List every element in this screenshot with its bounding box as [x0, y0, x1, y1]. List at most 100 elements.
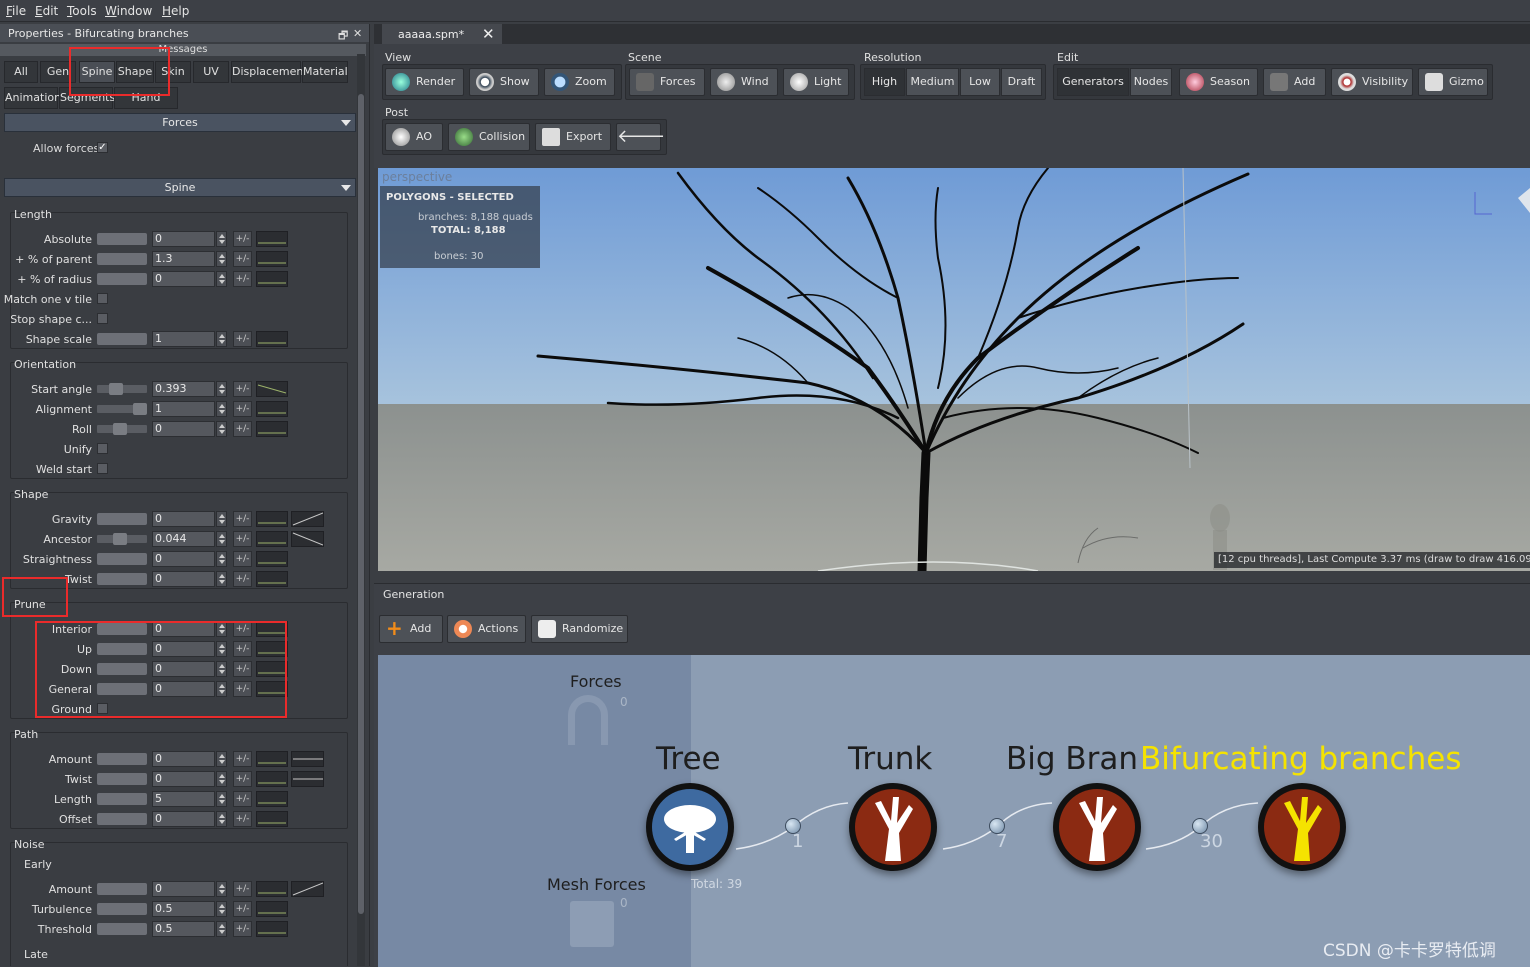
- property-slider[interactable]: [97, 403, 147, 415]
- menu-tools[interactable]: Tools: [67, 4, 97, 18]
- tab-gen[interactable]: Gen: [40, 61, 76, 83]
- season-button[interactable]: Season: [1179, 68, 1258, 96]
- wind-button[interactable]: Wind: [710, 68, 778, 96]
- add-button[interactable]: Add: [1263, 68, 1326, 96]
- curve-editor[interactable]: [256, 531, 288, 547]
- random-range-button[interactable]: +/-: [233, 811, 252, 827]
- nodes-toggle[interactable]: Nodes: [1130, 68, 1172, 96]
- curve-editor[interactable]: [256, 551, 288, 567]
- property-slider[interactable]: [97, 253, 147, 265]
- curve-editor[interactable]: [256, 921, 288, 937]
- tree-node[interactable]: [646, 783, 734, 871]
- curve-editor[interactable]: [256, 331, 288, 347]
- property-value-field[interactable]: 0: [152, 771, 215, 787]
- spin-arrows-icon[interactable]: [216, 811, 227, 827]
- spin-arrows-icon[interactable]: [216, 551, 227, 567]
- property-slider[interactable]: [97, 623, 147, 635]
- slider-knob[interactable]: [97, 643, 147, 655]
- slider-knob[interactable]: [97, 573, 147, 585]
- property-value-field[interactable]: 0.044: [152, 531, 215, 547]
- light-button[interactable]: Light: [783, 68, 849, 96]
- curve-editor[interactable]: [256, 231, 288, 247]
- menu-help[interactable]: Help: [162, 4, 189, 18]
- slider-knob[interactable]: [97, 513, 147, 525]
- menu-window[interactable]: Window: [105, 4, 152, 18]
- resolution-low-button[interactable]: Low: [960, 68, 1000, 96]
- menu-file[interactable]: File: [6, 4, 26, 18]
- random-range-button[interactable]: +/-: [233, 511, 252, 527]
- slider-knob[interactable]: [97, 793, 147, 805]
- property-value-field[interactable]: 0: [152, 231, 215, 247]
- property-value-field[interactable]: 0: [152, 751, 215, 767]
- property-value-field[interactable]: 0.393: [152, 381, 215, 397]
- menu-edit[interactable]: Edit: [35, 4, 58, 18]
- property-slider[interactable]: [97, 423, 147, 435]
- slider-knob[interactable]: [97, 553, 147, 565]
- big-branches-node[interactable]: [1053, 783, 1141, 871]
- resolution-high-button[interactable]: High: [864, 68, 905, 96]
- curve-editor[interactable]: [291, 751, 324, 767]
- slider-knob[interactable]: [97, 333, 147, 345]
- random-range-button[interactable]: +/-: [233, 661, 252, 677]
- property-checkbox[interactable]: [97, 703, 108, 714]
- property-value-field[interactable]: 0.5: [152, 901, 215, 917]
- curve-editor[interactable]: [256, 251, 288, 267]
- random-range-button[interactable]: +/-: [233, 271, 252, 287]
- random-range-button[interactable]: +/-: [233, 921, 252, 937]
- random-range-button[interactable]: +/-: [233, 681, 252, 697]
- allow-forces-checkbox[interactable]: ✓: [97, 142, 108, 153]
- property-value-field[interactable]: 0: [152, 551, 215, 567]
- curve-editor[interactable]: [291, 531, 324, 547]
- curve-editor[interactable]: [256, 661, 288, 677]
- random-range-button[interactable]: +/-: [233, 771, 252, 787]
- property-value-field[interactable]: 0: [152, 621, 215, 637]
- spin-arrows-icon[interactable]: [216, 901, 227, 917]
- property-slider[interactable]: [97, 233, 147, 245]
- property-value-field[interactable]: 5: [152, 791, 215, 807]
- spin-arrows-icon[interactable]: [216, 331, 227, 347]
- slider-knob[interactable]: [97, 903, 147, 915]
- random-range-button[interactable]: +/-: [233, 401, 252, 417]
- curve-editor[interactable]: [256, 421, 288, 437]
- property-checkbox[interactable]: [97, 313, 108, 324]
- property-value-field[interactable]: 0: [152, 511, 215, 527]
- curve-editor[interactable]: [256, 621, 288, 637]
- spin-arrows-icon[interactable]: [216, 881, 227, 897]
- property-value-field[interactable]: 1.3: [152, 251, 215, 267]
- property-slider[interactable]: [97, 753, 147, 765]
- slider-knob[interactable]: [133, 403, 147, 415]
- property-slider[interactable]: [97, 663, 147, 675]
- visibility-button[interactable]: Visibility: [1331, 68, 1413, 96]
- slider-knob[interactable]: [97, 683, 147, 695]
- random-range-button[interactable]: +/-: [233, 621, 252, 637]
- tab-displacement[interactable]: Displacement: [231, 61, 308, 83]
- property-value-field[interactable]: 0: [152, 881, 215, 897]
- curve-editor[interactable]: [256, 271, 288, 287]
- random-range-button[interactable]: +/-: [233, 641, 252, 657]
- node-graph[interactable]: Forces 0 Mesh Forces 0 Total: 39 Tree Tr…: [378, 655, 1530, 967]
- tab-spine[interactable]: Spine: [79, 61, 115, 83]
- property-value-field[interactable]: 0: [152, 661, 215, 677]
- random-range-button[interactable]: +/-: [233, 531, 252, 547]
- spin-arrows-icon[interactable]: [216, 251, 227, 267]
- curve-editor[interactable]: [256, 381, 288, 397]
- random-range-button[interactable]: +/-: [233, 571, 252, 587]
- curve-editor[interactable]: [291, 771, 324, 787]
- slider-knob[interactable]: [97, 813, 147, 825]
- spin-arrows-icon[interactable]: [216, 641, 227, 657]
- forces-button[interactable]: Forces: [629, 68, 705, 96]
- random-range-button[interactable]: +/-: [233, 881, 252, 897]
- spin-arrows-icon[interactable]: [216, 571, 227, 587]
- curve-editor[interactable]: [256, 901, 288, 917]
- spin-arrows-icon[interactable]: [216, 621, 227, 637]
- property-checkbox[interactable]: [97, 443, 108, 454]
- spin-arrows-icon[interactable]: [216, 681, 227, 697]
- spin-arrows-icon[interactable]: [216, 751, 227, 767]
- random-range-button[interactable]: +/-: [233, 791, 252, 807]
- tab-skin[interactable]: Skin: [155, 61, 191, 83]
- curve-editor[interactable]: [256, 401, 288, 417]
- slider-knob[interactable]: [97, 753, 147, 765]
- tab-uv[interactable]: UV: [193, 61, 229, 83]
- show-button[interactable]: Show: [469, 68, 539, 96]
- curve-editor[interactable]: [291, 511, 324, 527]
